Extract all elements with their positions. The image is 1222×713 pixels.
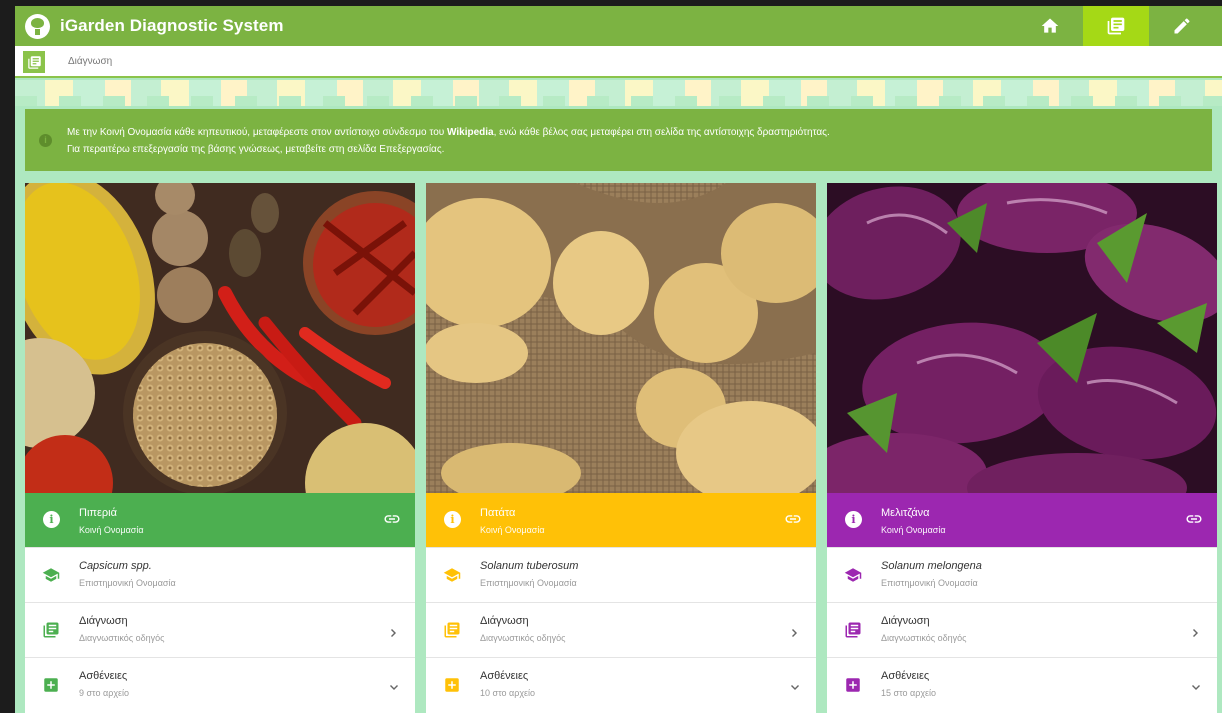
app-window: iGarden Diagnostic System Διάγνωση i Με … [15, 6, 1222, 713]
brand[interactable]: iGarden Diagnostic System [25, 13, 284, 39]
breadcrumb-icon-box [23, 51, 45, 73]
info-icon: i [39, 134, 52, 147]
link-icon[interactable] [784, 512, 802, 526]
scientific-name-row: Solanum melongena Επιστημονική Ονομασία [827, 547, 1217, 602]
wikipedia-text: Wikipedia [447, 127, 494, 138]
common-name-label: Κοινή Ονομασία [480, 525, 545, 535]
nav-home-button[interactable] [1017, 6, 1083, 46]
diagnosis-label: Διάγνωση [480, 615, 529, 627]
diagnosis-label: Διάγνωση [881, 615, 930, 627]
scientific-name-row: Capsicum spp. Επιστημονική Ονομασία [25, 547, 415, 602]
diseases-row[interactable]: Ασθένειες 9 στο αρχείο [25, 657, 415, 712]
info-line-2: Για περαιτέρω επεξεργασία της βάσης γνώσ… [67, 144, 445, 155]
info-line-1: Με την Κοινή Ονομασία κάθε κηπευτικού, μ… [67, 127, 830, 138]
card-header-pepper: i Πιπεριά Κοινή Ονομασία [25, 493, 415, 547]
chevron-right-icon[interactable] [790, 625, 800, 637]
common-name-link[interactable]: Μελιτζάνα [881, 507, 930, 519]
info-banner: i Με την Κοινή Ονομασία κάθε κηπευτικού,… [25, 109, 1212, 171]
common-name-label: Κοινή Ονομασία [881, 525, 946, 535]
plus-box-icon [443, 676, 461, 694]
library-books-icon [1107, 17, 1125, 35]
school-icon [42, 566, 60, 584]
info-icon[interactable]: i [845, 511, 862, 528]
chevron-right-icon[interactable] [1191, 625, 1201, 637]
home-icon [1041, 18, 1059, 33]
diseases-label: Ασθένειες [79, 670, 128, 682]
library-books-icon [27, 55, 41, 69]
diseases-count: 15 στο αρχείο [881, 688, 937, 698]
diseases-row[interactable]: Ασθένειες 10 στο αρχείο [426, 657, 816, 712]
diagnosis-sub: Διαγνωστικός οδηγός [881, 633, 967, 643]
chevron-down-icon[interactable] [1191, 680, 1201, 690]
diseases-label: Ασθένειες [881, 670, 930, 682]
common-name-link[interactable]: Πατάτα [480, 507, 515, 519]
diagnosis-label: Διάγνωση [79, 615, 128, 627]
scientific-name: Solanum tuberosum [480, 560, 579, 572]
scientific-name-row: Solanum tuberosum Επιστημονική Ονομασία [426, 547, 816, 602]
school-icon [844, 566, 862, 584]
eggplant-photo [827, 183, 1217, 493]
scientific-name: Solanum melongena [881, 560, 982, 572]
scientific-name-label: Επιστημονική Ονομασία [79, 578, 176, 588]
diseases-count: 10 στο αρχείο [480, 688, 536, 698]
scientific-name: Capsicum spp. [79, 560, 152, 572]
link-icon[interactable] [1185, 512, 1203, 526]
card-header-eggplant: i Μελιτζάνα Κοινή Ονομασία [827, 493, 1217, 547]
plus-box-icon [844, 676, 862, 694]
scientific-name-label: Επιστημονική Ονομασία [480, 578, 577, 588]
pepper-photo [25, 183, 415, 493]
common-name-label: Κοινή Ονομασία [79, 525, 144, 535]
nav-diagnosis-button[interactable] [1083, 6, 1149, 46]
eggplants-image [827, 183, 1217, 493]
diagnosis-row[interactable]: Διάγνωση Διαγνωστικός οδηγός [25, 602, 415, 657]
library-books-icon [443, 621, 461, 639]
card-header-potato: i Πατάτα Κοινή Ονομασία [426, 493, 816, 547]
garden-logo-icon [25, 13, 50, 39]
app-title: iGarden Diagnostic System [60, 16, 284, 35]
breadcrumb: Διάγνωση [15, 46, 1222, 78]
school-icon [443, 566, 461, 584]
link-icon[interactable] [383, 512, 401, 526]
pencil-icon [1174, 18, 1190, 34]
decorative-band [15, 80, 1222, 106]
info-icon[interactable]: i [43, 511, 60, 528]
nav-edit-button[interactable] [1149, 6, 1215, 46]
diseases-label: Ασθένειες [480, 670, 529, 682]
spices-image [25, 183, 415, 493]
potato-photo [426, 183, 816, 493]
diseases-count: 9 στο αρχείο [79, 688, 130, 698]
diagnosis-row[interactable]: Διάγνωση Διαγνωστικός οδηγός [827, 602, 1217, 657]
chevron-down-icon[interactable] [790, 680, 800, 690]
info-icon[interactable]: i [444, 511, 461, 528]
diagnosis-row[interactable]: Διάγνωση Διαγνωστικός οδηγός [426, 602, 816, 657]
diagnosis-sub: Διαγνωστικός οδηγός [480, 633, 566, 643]
common-name-link[interactable]: Πιπεριά [79, 507, 117, 519]
plus-box-icon [42, 676, 60, 694]
breadcrumb-current: Διάγνωση [68, 56, 113, 67]
chevron-down-icon[interactable] [389, 680, 399, 690]
diagnosis-sub: Διαγνωστικός οδηγός [79, 633, 165, 643]
plant-card-potato: i Πατάτα Κοινή Ονομασία Solanum tuberosu… [426, 183, 816, 713]
chevron-right-icon[interactable] [389, 625, 399, 637]
plant-card-eggplant: i Μελιτζάνα Κοινή Ονομασία Solanum melon… [827, 183, 1217, 713]
plant-card-pepper: i Πιπεριά Κοινή Ονομασία Capsicum spp. Ε… [25, 183, 415, 713]
top-app-bar: iGarden Diagnostic System [15, 6, 1222, 46]
potatoes-image [426, 183, 816, 493]
library-books-icon [844, 621, 862, 639]
diseases-row[interactable]: Ασθένειες 15 στο αρχείο [827, 657, 1217, 712]
scientific-name-label: Επιστημονική Ονομασία [881, 578, 978, 588]
library-books-icon [42, 621, 60, 639]
